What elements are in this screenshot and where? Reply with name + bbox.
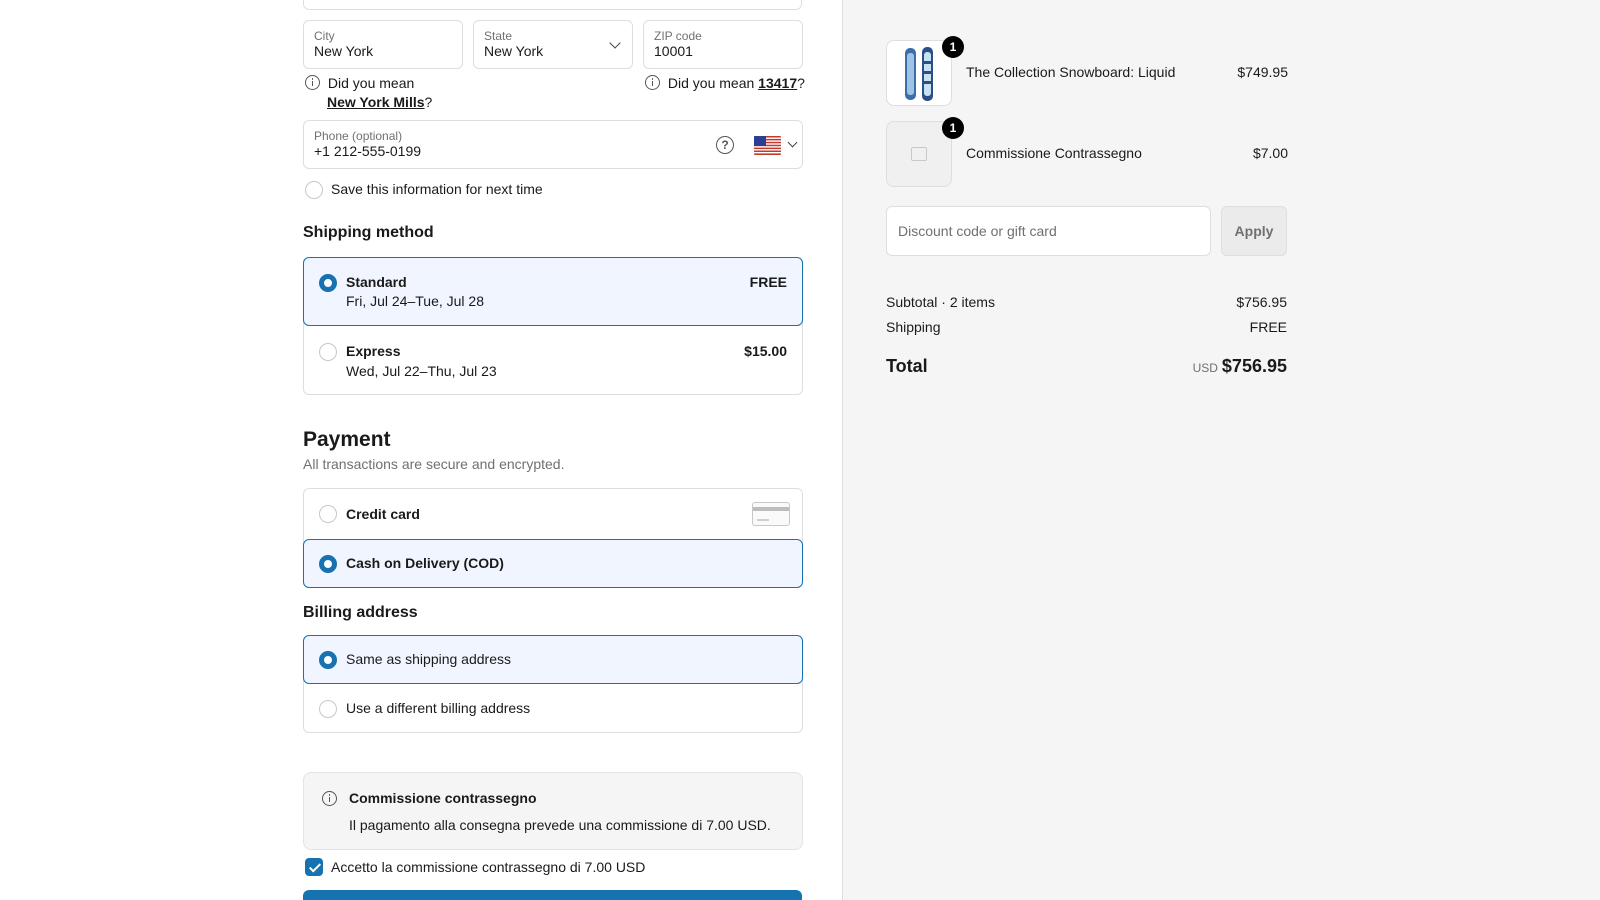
discount-code-input[interactable] bbox=[886, 206, 1211, 256]
city-hint-suffix: ? bbox=[424, 94, 433, 110]
payment-subtitle: All transactions are secure and encrypte… bbox=[303, 456, 565, 472]
total-value: $756.95 bbox=[1221, 356, 1287, 376]
save-info-label: Save this information for next time bbox=[331, 181, 543, 197]
currency-code: USD bbox=[1192, 361, 1218, 375]
cod-radio[interactable] bbox=[319, 555, 337, 573]
state-label: State bbox=[484, 29, 513, 43]
item-name: Commissione Contrassegno bbox=[966, 145, 1142, 161]
zip-label: ZIP code bbox=[654, 29, 702, 43]
shipping-option-express[interactable]: Express Wed, Jul 22–Thu, Jul 23 $15.00 bbox=[304, 326, 802, 395]
help-circle-icon[interactable]: ? bbox=[716, 136, 734, 154]
credit-card-radio[interactable] bbox=[319, 505, 337, 523]
different-address-label: Use a different billing address bbox=[346, 700, 531, 716]
cod-notice-text: Il pagamento alla consegna prevede una c… bbox=[349, 817, 771, 833]
same-address-label: Same as shipping address bbox=[346, 651, 511, 667]
shipping-label: Shipping bbox=[886, 319, 941, 335]
shipping-options: Standard Fri, Jul 24–Tue, Jul 28 FREE Ex… bbox=[303, 257, 803, 395]
standard-title: Standard bbox=[346, 274, 407, 290]
city-suggestion-link[interactable]: New York Mills bbox=[327, 94, 425, 110]
state-value: New York bbox=[484, 43, 544, 59]
same-address-radio[interactable] bbox=[319, 651, 337, 669]
payment-heading: Payment bbox=[303, 428, 391, 451]
billing-option-same[interactable]: Same as shipping address bbox=[303, 635, 803, 684]
complete-order-button[interactable] bbox=[303, 890, 802, 900]
billing-options: Same as shipping address Use a different… bbox=[303, 635, 803, 733]
total-label: Total bbox=[886, 356, 928, 376]
zip-field[interactable]: ZIP code 10001 bbox=[643, 20, 803, 69]
credit-card-title: Credit card bbox=[346, 506, 420, 522]
shipping-option-standard[interactable]: Standard Fri, Jul 24–Tue, Jul 28 FREE bbox=[303, 257, 803, 326]
state-select[interactable]: State New York bbox=[473, 20, 633, 69]
snowboard-image bbox=[905, 47, 933, 101]
cod-notice-title: Commissione contrassegno bbox=[349, 790, 537, 806]
standard-radio[interactable] bbox=[319, 274, 337, 292]
payment-option-cod[interactable]: Cash on Delivery (COD) bbox=[303, 539, 803, 588]
apply-discount-button[interactable]: Apply bbox=[1221, 206, 1287, 256]
chevron-down-icon bbox=[787, 137, 798, 148]
cod-accept-label: Accetto la commissione contrassegno di 7… bbox=[331, 859, 646, 875]
city-field[interactable]: City New York bbox=[303, 20, 463, 69]
cod-title: Cash on Delivery (COD) bbox=[346, 555, 504, 571]
zip-hint-suffix: ? bbox=[797, 75, 805, 91]
total-amount: USD $756.95 bbox=[1137, 356, 1287, 377]
item-price: $7.00 bbox=[1252, 145, 1288, 161]
shipping-value: FREE bbox=[1249, 319, 1287, 335]
shipping-method-heading: Shipping method bbox=[303, 224, 434, 241]
zip-suggestion: Did you mean 13417? bbox=[645, 74, 815, 93]
subtotal-label: Subtotal · 2 items bbox=[886, 294, 995, 310]
info-icon bbox=[305, 75, 320, 90]
item-name: The Collection Snowboard: Liquid bbox=[966, 64, 1176, 80]
phone-field[interactable]: Phone (optional) +1 212-555-0199 ? bbox=[303, 120, 803, 169]
express-radio[interactable] bbox=[319, 343, 337, 361]
info-icon bbox=[322, 791, 337, 806]
quantity-badge: 1 bbox=[942, 117, 964, 139]
phone-label: Phone (optional) bbox=[314, 129, 403, 143]
order-summary-panel: 1 The Collection Snowboard: Liquid $749.… bbox=[842, 0, 1600, 900]
billing-option-different[interactable]: Use a different billing address bbox=[304, 684, 802, 733]
zip-hint-prefix: Did you mean bbox=[667, 75, 755, 91]
subtotal-value: $756.95 bbox=[1236, 294, 1287, 310]
express-title: Express bbox=[346, 343, 401, 359]
city-suggestion: Did you mean New York Mills? bbox=[305, 74, 485, 112]
cod-fee-notice: Commissione contrassegno Il pagamento al… bbox=[303, 772, 803, 850]
us-flag-icon[interactable] bbox=[754, 136, 781, 155]
different-address-radio[interactable] bbox=[319, 700, 337, 718]
cod-accept-checkbox[interactable] bbox=[305, 858, 323, 876]
checkout-form-panel: City New York State New York ZIP code 10… bbox=[0, 0, 842, 900]
quantity-badge: 1 bbox=[942, 36, 964, 58]
chevron-down-icon bbox=[609, 37, 621, 49]
phone-value: +1 212-555-0199 bbox=[314, 143, 422, 159]
standard-price: FREE bbox=[749, 274, 787, 290]
credit-card-icon bbox=[752, 502, 790, 526]
city-hint-prefix: Did you mean bbox=[327, 75, 415, 91]
billing-address-heading: Billing address bbox=[303, 604, 418, 621]
payment-option-credit-card[interactable]: Credit card bbox=[304, 489, 802, 539]
item-price: $749.95 bbox=[1237, 64, 1288, 80]
standard-dates: Fri, Jul 24–Tue, Jul 28 bbox=[346, 293, 484, 309]
express-dates: Wed, Jul 22–Thu, Jul 23 bbox=[346, 363, 497, 379]
save-info-checkbox[interactable] bbox=[305, 181, 323, 199]
express-price: $15.00 bbox=[744, 343, 787, 359]
city-value: New York bbox=[314, 43, 374, 59]
image-placeholder-icon bbox=[911, 147, 927, 161]
zip-suggestion-link[interactable]: 13417 bbox=[758, 75, 797, 91]
info-icon bbox=[645, 75, 660, 90]
city-label: City bbox=[314, 29, 335, 43]
address-field-partial[interactable] bbox=[303, 0, 802, 10]
payment-options: Credit card Cash on Delivery (COD) bbox=[303, 488, 803, 588]
zip-value: 10001 bbox=[654, 43, 693, 59]
